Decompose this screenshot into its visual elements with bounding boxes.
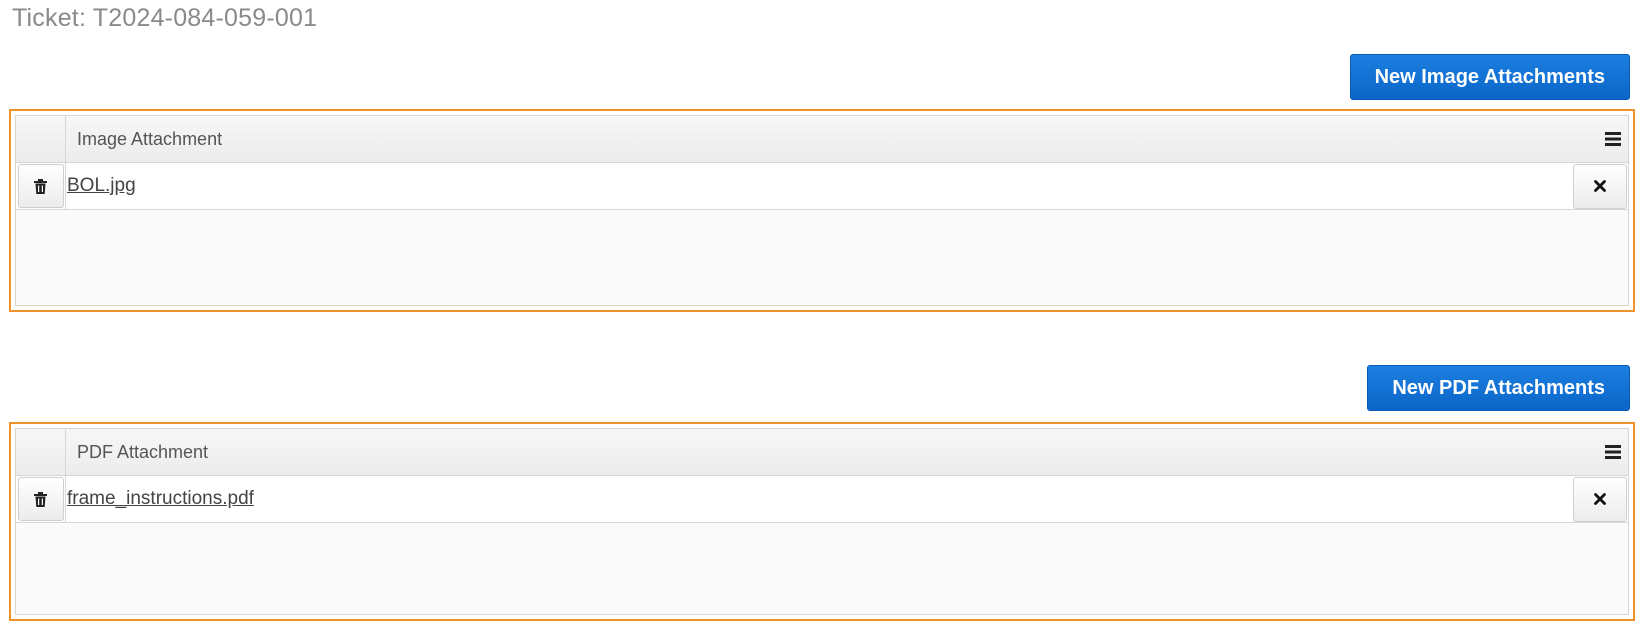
new-pdf-attachments-button[interactable]: New PDF Attachments <box>1367 365 1630 411</box>
image-attachment-column-header[interactable]: Image Attachment <box>66 116 1598 162</box>
close-icon <box>1594 493 1606 505</box>
close-icon <box>1594 180 1606 192</box>
attachment-file-link[interactable]: BOL.jpg <box>67 175 136 197</box>
pdf-attachment-grid-highlight: PDF Attachment frame_instructions.pdf <box>9 422 1635 621</box>
new-image-attachments-button[interactable]: New Image Attachments <box>1349 54 1630 100</box>
header-action-cell <box>16 429 66 475</box>
image-attachment-grid-highlight: Image Attachment BOL.jpg <box>9 109 1635 312</box>
image-attachment-grid: Image Attachment BOL.jpg <box>15 115 1629 306</box>
hamburger-menu-icon <box>1605 445 1621 459</box>
trash-icon <box>34 491 47 507</box>
grid-menu-button[interactable] <box>1598 429 1628 475</box>
delete-attachment-button[interactable] <box>17 477 64 521</box>
remove-row-button[interactable] <box>1573 476 1627 522</box>
attachment-file-cell: BOL.jpg <box>66 163 1572 209</box>
pdf-attachment-column-header[interactable]: PDF Attachment <box>66 429 1598 475</box>
delete-attachment-button[interactable] <box>17 164 64 208</box>
row-delete-cell <box>16 476 66 522</box>
row-delete-cell <box>16 163 66 209</box>
grid-menu-button[interactable] <box>1598 116 1628 162</box>
trash-icon <box>34 178 47 194</box>
pdf-attachment-grid: PDF Attachment frame_instructions.pdf <box>15 428 1629 615</box>
page-title: Ticket: T2024-084-059-001 <box>12 4 318 32</box>
row-remove-cell <box>1572 163 1628 209</box>
attachment-file-cell: frame_instructions.pdf <box>66 476 1572 522</box>
attachments-page: Ticket: T2024-084-059-001 New Image Atta… <box>0 0 1641 644</box>
header-action-cell <box>16 116 66 162</box>
attachment-file-link[interactable]: frame_instructions.pdf <box>67 488 254 510</box>
image-grid-header: Image Attachment <box>16 116 1628 163</box>
pdf-grid-header: PDF Attachment <box>16 429 1628 476</box>
row-remove-cell <box>1572 476 1628 522</box>
remove-row-button[interactable] <box>1573 163 1627 209</box>
hamburger-menu-icon <box>1605 132 1621 146</box>
table-row: frame_instructions.pdf <box>16 476 1628 523</box>
table-row: BOL.jpg <box>16 163 1628 210</box>
